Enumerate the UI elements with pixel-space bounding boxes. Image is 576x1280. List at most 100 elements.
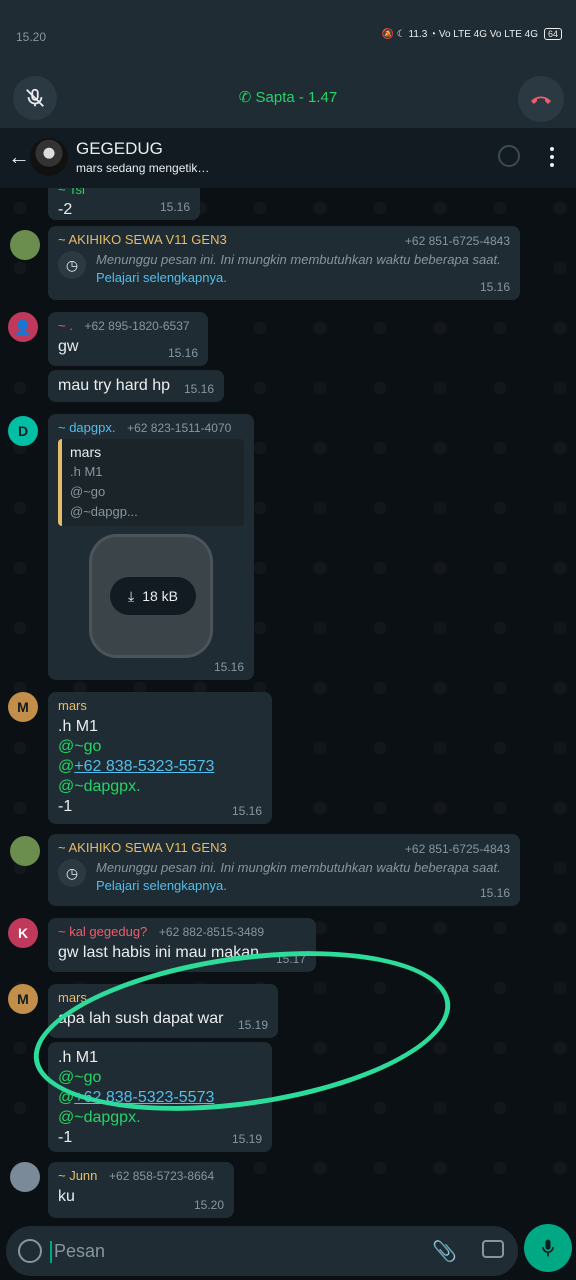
sender-name[interactable]: ~ Junn +62 858-5723-8664 <box>58 1168 224 1183</box>
battery-icon: 64 <box>543 28 562 40</box>
message-bubble[interactable]: ~ kal gegedug? +62 882-8515-3489 gw last… <box>48 918 316 972</box>
message-time: 15.16 <box>167 346 198 360</box>
mention[interactable]: @~dapgpx. <box>58 777 262 797</box>
typing-indicator: mars sedang mengetik… <box>76 161 210 175</box>
message-bubble[interactable]: ~ Tsi -2 15.16 <box>48 188 200 220</box>
camera-icon[interactable] <box>482 1240 504 1258</box>
sender-name-text: ~ . <box>58 318 73 333</box>
quote-line: @~dapgp... <box>70 504 138 519</box>
ongoing-call-bar[interactable]: ✆ Sapta - 1.47 <box>0 68 576 128</box>
message-line: @+62 838-5323-5573 <box>58 1088 262 1108</box>
sender-phone: +62 851-6725-4843 <box>404 842 510 856</box>
message-bubble[interactable]: ~ AKIHIKO SEWA V11 GEN3 +62 851-6725-484… <box>48 834 520 906</box>
message-bubble[interactable]: mars .h M1 @~go @+62 838-5323-5573 @~dap… <box>48 692 272 824</box>
waiting-text-wrap: Menunggu pesan ini. Ini mungkin membutuh… <box>96 859 510 895</box>
chat-header[interactable]: ← GEGEDUG mars sedang mengetik… <box>0 128 576 188</box>
call-status: ✆ Sapta - 1.47 <box>0 88 576 106</box>
phone-link[interactable]: +62 838-5323-5573 <box>74 1089 214 1106</box>
sender-name[interactable]: ~ kal gegedug? +62 882-8515-3489 <box>58 924 306 939</box>
message-bubble[interactable]: ~ AKIHIKO SEWA V11 GEN3 +62 851-6725-484… <box>48 226 520 300</box>
message-input[interactable] <box>54 1238 374 1264</box>
message-bubble[interactable]: .h M1 @~go @+62 838-5323-5573 @~dapgpx. … <box>48 1042 272 1152</box>
file-size: 18 kB <box>142 588 178 604</box>
quote-line: @~go <box>70 484 106 499</box>
status-icons: 🔕 ☾ 11.3 ◔ Vo LTE 4G Vo LTE 4G 64 <box>382 28 562 40</box>
back-arrow-icon[interactable]: ← <box>8 144 30 170</box>
sender-name[interactable]: ~ . +62 895-1820-6537 <box>58 318 198 333</box>
message-time: 15.16 <box>213 660 244 674</box>
group-call-icon[interactable] <box>498 145 520 167</box>
avatar[interactable] <box>10 1162 40 1192</box>
mention-prefix: @ <box>58 758 75 775</box>
mention[interactable]: @~dapgpx. <box>58 1108 262 1128</box>
message-input-box[interactable]: 📎 <box>6 1226 518 1276</box>
message-time: 15.16 <box>479 886 510 900</box>
composer: 📎 <box>0 1220 576 1280</box>
download-icon: ⤓ <box>127 587 135 604</box>
message-time: 15.19 <box>237 1018 268 1032</box>
avatar[interactable]: D <box>8 416 38 446</box>
waiting-text: Menunggu pesan ini. Ini mungkin membutuh… <box>96 252 501 267</box>
sender-phone: +62 858-5723-8664 <box>109 1169 215 1183</box>
voice-record-button[interactable] <box>524 1224 572 1272</box>
message-bubble[interactable]: ~ Junn +62 858-5723-8664 ku 15.20 <box>48 1162 234 1218</box>
emoji-icon[interactable] <box>18 1239 42 1263</box>
message-time: 15.19 <box>231 1132 262 1146</box>
message-line: .h M1 <box>58 718 99 735</box>
call-label-text: Sapta - 1.47 <box>255 89 338 106</box>
message-text: apa lah sush dapat war <box>58 1010 224 1027</box>
avatar[interactable]: K <box>8 918 38 948</box>
message-time: 15.16 <box>231 804 262 818</box>
text-caret <box>50 1241 52 1263</box>
learn-more-link[interactable]: Pelajari selengkapnya. <box>96 878 227 893</box>
message-bubble[interactable]: mau try hard hp 15.16 <box>48 370 224 402</box>
sender-name-text: ~ dapgpx. <box>58 420 116 435</box>
sender-name[interactable]: mars <box>58 698 262 713</box>
learn-more-link[interactable]: Pelajari selengkapnya. <box>96 270 227 285</box>
avatar[interactable]: 👤 <box>8 312 38 342</box>
quote-author: mars <box>70 444 102 460</box>
hangup-icon <box>531 96 551 104</box>
waiting-text: Menunggu pesan ini. Ini mungkin membutuh… <box>96 860 501 875</box>
waiting-message: ◷ Menunggu pesan ini. Ini mungkin membut… <box>58 859 510 895</box>
message-time: 15.20 <box>193 1198 224 1212</box>
attach-icon[interactable]: 📎 <box>432 1239 457 1264</box>
status-icon-row: 🔕 ☾ 11.3 ◔ Vo LTE 4G Vo LTE 4G <box>381 28 538 40</box>
sender-name-text: ~ Junn <box>58 1168 98 1183</box>
sender-name-text: ~ kal gegedug? <box>58 924 148 939</box>
message-bubble[interactable]: mars apa lah sush dapat war 15.19 <box>48 984 278 1038</box>
avatar[interactable]: M <box>8 984 38 1014</box>
sticker-media[interactable]: ⤓ 18 kB <box>89 534 213 658</box>
clock-icon: ◷ <box>58 859 86 887</box>
waiting-text-wrap: Menunggu pesan ini. Ini mungkin membutuh… <box>96 251 510 287</box>
mention[interactable]: @~go <box>58 737 262 757</box>
waiting-message: ◷ Menunggu pesan ini. Ini mungkin membut… <box>58 251 510 287</box>
mic-icon <box>542 1239 554 1257</box>
end-call-button[interactable] <box>518 76 564 122</box>
avatar[interactable] <box>10 230 40 260</box>
status-bar: 15.20 🔕 ☾ 11.3 ◔ Vo LTE 4G Vo LTE 4G 64 <box>0 0 576 68</box>
phone-icon: ✆ <box>238 89 252 106</box>
avatar[interactable] <box>10 836 40 866</box>
message-time: 15.17 <box>275 952 306 966</box>
phone-link[interactable]: +62 838-5323-5573 <box>74 758 214 775</box>
message-text-top: ~ Tsi <box>58 188 85 197</box>
quoted-message[interactable]: mars .h M1 @~go @~dapgp... <box>58 439 244 526</box>
message-time: 15.16 <box>159 200 190 214</box>
avatar[interactable]: M <box>8 692 38 722</box>
sender-name[interactable]: mars <box>58 990 268 1005</box>
message-text: gw last habis ini mau makan <box>58 944 259 961</box>
message-bubble[interactable]: ~ dapgpx. +62 823-1511-4070 mars .h M1 @… <box>48 414 254 680</box>
mention[interactable]: @~go <box>58 1068 262 1088</box>
clock-icon: ◷ <box>58 251 86 279</box>
sender-phone: +62 823-1511-4070 <box>127 421 232 435</box>
message-time: 15.16 <box>183 382 214 396</box>
sender-name[interactable]: ~ dapgpx. +62 823-1511-4070 <box>58 420 244 435</box>
message-list[interactable]: ~ Tsi -2 15.16 ~ AKIHIKO SEWA V11 GEN3 +… <box>0 188 576 1220</box>
more-options-icon[interactable] <box>546 144 558 170</box>
download-button[interactable]: ⤓ 18 kB <box>110 577 196 615</box>
group-avatar[interactable] <box>30 138 68 176</box>
sender-phone: +62 895-1820-6537 <box>84 319 190 333</box>
message-bubble[interactable]: ~ . +62 895-1820-6537 gw 15.16 <box>48 312 208 366</box>
group-title[interactable]: GEGEDUG <box>76 139 163 159</box>
